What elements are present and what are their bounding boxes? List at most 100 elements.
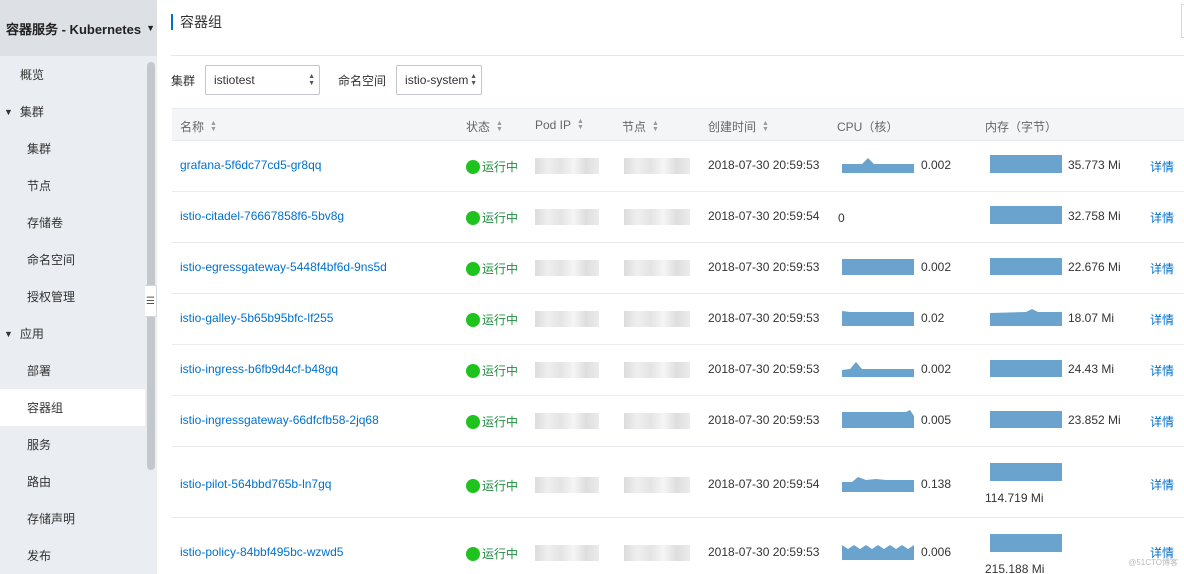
redacted-pod-ip: [535, 209, 599, 225]
detail-link[interactable]: 详情: [1150, 476, 1174, 493]
watermark: @51CTO博客: [1128, 558, 1178, 567]
detail-link[interactable]: 详情: [1150, 209, 1174, 226]
sidebar-scrollbar[interactable]: [147, 62, 155, 470]
sidebar-item[interactable]: 路由: [0, 463, 145, 500]
sidebar-item-label: 应用: [19, 327, 44, 341]
select-arrows-icon: ▲ ▼: [308, 73, 316, 87]
product-switcher[interactable]: 容器服务 - Kubernetes ▼: [0, 0, 157, 56]
sort-icon[interactable]: ▲ ▼: [577, 118, 584, 131]
sidebar-item[interactable]: 授权管理: [0, 278, 145, 315]
memory-value: 18.07 Mi: [1068, 311, 1115, 325]
sidebar-item[interactable]: 服务: [0, 426, 145, 463]
pod-name-link[interactable]: istio-galley-5b65b95bfc-lf255: [180, 311, 333, 325]
caret-down-icon: ▼: [4, 106, 13, 117]
status-badge: 运行中: [466, 477, 518, 494]
pod-name-link[interactable]: istio-policy-84bbf495bc-wzwd5: [180, 545, 343, 559]
sidebar-item-label: 路由: [27, 475, 52, 489]
pod-name-link[interactable]: istio-pilot-564bbd765b-ln7gq: [180, 477, 331, 491]
column-header-created[interactable]: 创建时间 ▲ ▼: [708, 118, 769, 135]
column-header-label: 内存（字节）: [985, 120, 1058, 134]
status-dot-icon: [466, 210, 480, 225]
caret-down-icon: ▼: [146, 23, 155, 33]
cpu-value: 0: [838, 211, 845, 225]
status-badge: 运行中: [466, 362, 518, 379]
pod-name-link[interactable]: grafana-5f6dc77cd5-gr8qq: [180, 158, 321, 172]
sort-icon[interactable]: ▲ ▼: [210, 120, 217, 133]
detail-link[interactable]: 详情: [1150, 362, 1174, 379]
cpu-sparkline: [842, 311, 914, 326]
created-time: 2018-07-30 20:59:53: [708, 260, 820, 274]
cpu-value: 0.138: [921, 477, 952, 491]
sort-icon[interactable]: ▲ ▼: [496, 120, 503, 133]
pod-name-link[interactable]: istio-ingressgateway-66dfcfb58-2jq68: [180, 413, 379, 427]
column-header-pod-ip[interactable]: Pod IP ▲ ▼: [535, 118, 584, 132]
cpu-value: 0.002: [921, 362, 952, 376]
table-header: 名称 ▲▼ 状态 ▲▼ Pod IP ▲▼ 节点 ▲▼ 创建时间 ▲▼: [172, 108, 1184, 141]
column-header-label: Pod IP: [535, 118, 572, 132]
detail-link[interactable]: 详情: [1150, 413, 1174, 430]
title-accent-bar: [171, 14, 173, 30]
status-text: 运行中: [482, 211, 519, 225]
column-header-label: 节点: [622, 120, 647, 134]
pod-name-link[interactable]: istio-citadel-76667858f6-5bv8g: [180, 209, 344, 223]
sidebar-collapse-icon[interactable]: ☰: [145, 285, 157, 317]
sidebar-item[interactable]: 概览: [0, 56, 145, 93]
column-header-name[interactable]: 名称 ▲ ▼: [180, 118, 217, 135]
sidebar-item[interactable]: 部署: [0, 352, 145, 389]
sidebar-item[interactable]: 存储声明: [0, 500, 145, 537]
cpu-sparkline: [842, 545, 914, 560]
sidebar-item[interactable]: 发布: [0, 537, 145, 574]
created-time: 2018-07-30 20:59:53: [708, 362, 820, 376]
detail-link[interactable]: 详情: [1150, 260, 1174, 277]
memory-sparkline: [990, 258, 1062, 275]
memory-value: 22.676 Mi: [1068, 260, 1121, 274]
sidebar-item[interactable]: 容器组: [0, 389, 145, 426]
page-title: 容器组: [180, 14, 222, 30]
memory-sparkline: [990, 411, 1062, 428]
namespace-label: 命名空间: [338, 73, 387, 88]
column-header-node[interactable]: 节点 ▲ ▼: [622, 118, 659, 135]
table-row: istio-galley-5b65b95bfc-lf255 运行中 2018-07-…: [172, 294, 1184, 345]
sidebar-item[interactable]: 命名空间: [0, 241, 145, 278]
cluster-select[interactable]: istiotest ▲ ▼: [205, 65, 321, 95]
redacted-pod-ip: [535, 311, 599, 327]
column-header-status[interactable]: 状态 ▲ ▼: [466, 118, 503, 135]
sidebar-item-label: 集群: [27, 142, 52, 156]
detail-link[interactable]: 详情: [1150, 311, 1174, 328]
sidebar-item-label: 命名空间: [27, 253, 76, 267]
status-dot-icon: [466, 159, 480, 174]
sidebar-group[interactable]: ▼ 集群: [0, 93, 145, 130]
status-badge: 运行中: [466, 158, 518, 175]
redacted-pod-ip: [535, 158, 599, 174]
status-dot-icon: [466, 363, 480, 378]
sidebar-item[interactable]: 节点: [0, 167, 145, 204]
namespace-select-value: istio-system: [405, 73, 469, 87]
sort-icon[interactable]: ▲ ▼: [762, 120, 769, 133]
memory-sparkline: [990, 360, 1062, 377]
sidebar-item-label: 容器组: [27, 401, 64, 415]
caret-down-icon: ▼: [4, 328, 13, 339]
sort-icon[interactable]: ▲ ▼: [652, 120, 659, 133]
sidebar-item[interactable]: 存储卷: [0, 204, 145, 241]
status-text: 运行中: [482, 262, 519, 276]
pod-name-link[interactable]: istio-ingress-b6fb9d4cf-b48gq: [180, 362, 338, 376]
table-row: istio-ingressgateway-66dfcfb58-2jq68 运行中 2…: [172, 396, 1184, 447]
memory-sparkline: [990, 463, 1062, 481]
namespace-select[interactable]: istio-system ▲ ▼: [396, 65, 483, 95]
pod-name-link[interactable]: istio-egressgateway-5448f4bf6d-9ns5d: [180, 260, 387, 274]
cpu-value: 0.002: [921, 158, 952, 172]
memory-value: 215.188 Mi: [985, 562, 1045, 574]
column-header-cpu: CPU（核）: [837, 118, 898, 135]
status-badge: 运行中: [466, 545, 518, 562]
memory-sparkline: [990, 534, 1062, 552]
cpu-sparkline: [842, 362, 914, 377]
detail-link[interactable]: 详情: [1150, 158, 1174, 175]
status-text: 运行中: [482, 415, 519, 429]
table-row: istio-ingress-b6fb9d4cf-b48gq 运行中 2018-07-…: [172, 345, 1184, 396]
created-time: 2018-07-30 20:59:53: [708, 545, 820, 559]
filter-bar: 集群 istiotest ▲ ▼ 命名空间 istio-system ▲ ▼: [171, 65, 483, 95]
redacted-pod-ip: [535, 545, 599, 561]
redacted-node: [624, 413, 690, 429]
sidebar-item[interactable]: 集群: [0, 130, 145, 167]
sidebar-group[interactable]: ▼ 应用: [0, 315, 145, 352]
